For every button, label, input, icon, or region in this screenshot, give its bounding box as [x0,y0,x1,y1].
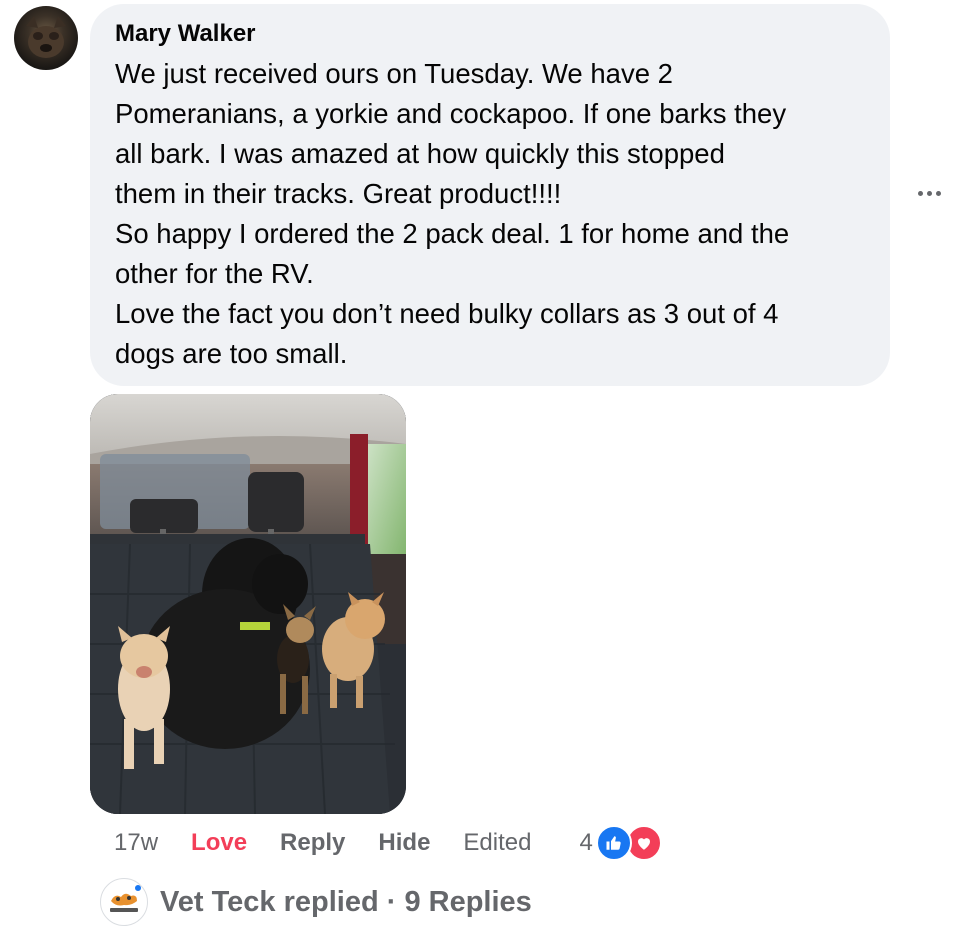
comment-text-line: So happy I ordered the 2 pack deal. 1 fo… [115,218,790,249]
vet-teck-avatar [100,878,148,926]
commenter-avatar[interactable] [14,6,78,70]
comment-text-line: dogs are too small. [115,338,348,369]
view-replies-link[interactable]: Vet Teck replied · 9 Replies [100,878,532,926]
reply-button[interactable]: Reply [280,829,345,857]
comment-text-line: Love the fact you don’t need bulky colla… [115,298,779,329]
comment-text-line: them in their tracks. Great product!!!! [115,178,562,209]
comment-bubble: Mary Walker We just received ours on Tue… [90,4,890,386]
more-options-icon[interactable] [914,178,944,208]
reaction-summary[interactable]: 4 [579,825,662,861]
hide-button[interactable]: Hide [378,829,430,857]
replies-summary[interactable]: Vet Teck replied · 9 Replies [160,886,532,919]
comment-actions: 17w Love Reply Hide Edited 4 [114,825,662,861]
comment-text-line: all bark. I was amazed at how quickly th… [115,138,725,169]
like-icon [595,825,632,861]
comment-text-line: other for the RV. [115,258,314,289]
comment-author[interactable]: Mary Walker [115,20,866,48]
comment-text-line: Pomeranians, a yorkie and cockapoo. If o… [115,98,787,129]
comment-text-line: We just received ours on Tuesday. We hav… [115,58,673,89]
comment-timestamp[interactable]: 17w [114,829,158,857]
edited-label[interactable]: Edited [463,829,531,857]
comment-photo[interactable] [90,394,406,814]
reaction-count: 4 [579,829,593,856]
love-reaction-button[interactable]: Love [191,829,247,857]
